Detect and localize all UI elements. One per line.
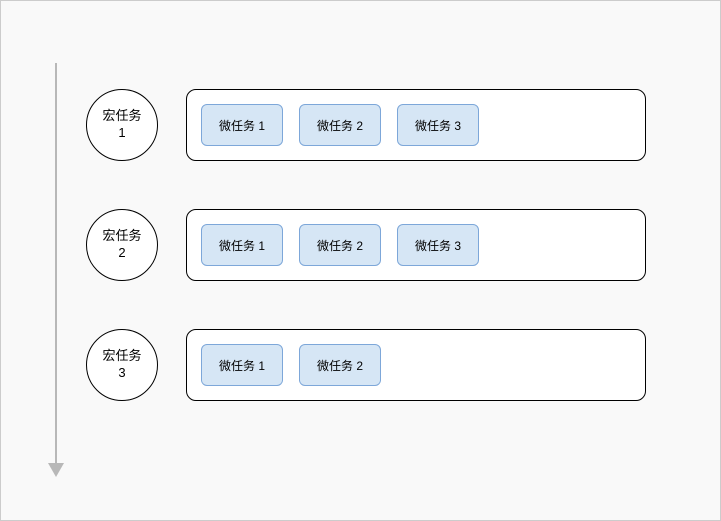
microtask-label: 微任务 3	[415, 117, 461, 134]
macrotask-node-3: 宏任务 3	[86, 329, 158, 401]
macrotask-row-1: 宏任务 1 微任务 1 微任务 2 微任务 3	[86, 89, 646, 161]
macrotask-label: 宏任务 1	[102, 108, 141, 142]
macrotask-row-3: 宏任务 3 微任务 1 微任务 2	[86, 329, 646, 401]
microtask-queue-1: 微任务 1 微任务 2 微任务 3	[186, 89, 646, 161]
macrotask-label: 宏任务 3	[102, 348, 141, 382]
microtask-label: 微任务 2	[317, 237, 363, 254]
macrotask-node-1: 宏任务 1	[86, 89, 158, 161]
microtask-label: 微任务 2	[317, 357, 363, 374]
microtask-box: 微任务 3	[397, 224, 479, 266]
microtask-box: 微任务 1	[201, 224, 283, 266]
macrotask-row-2: 宏任务 2 微任务 1 微任务 2 微任务 3	[86, 209, 646, 281]
diagram-canvas: 宏任务 1 微任务 1 微任务 2 微任务 3 宏任务 2 微任务 1 微任务 …	[0, 0, 721, 521]
microtask-box: 微任务 2	[299, 344, 381, 386]
microtask-box: 微任务 1	[201, 104, 283, 146]
macrotask-node-2: 宏任务 2	[86, 209, 158, 281]
microtask-label: 微任务 3	[415, 237, 461, 254]
timeline-arrow-line	[55, 63, 57, 465]
microtask-label: 微任务 2	[317, 117, 363, 134]
microtask-box: 微任务 3	[397, 104, 479, 146]
microtask-box: 微任务 1	[201, 344, 283, 386]
macrotask-label: 宏任务 2	[102, 228, 141, 262]
microtask-box: 微任务 2	[299, 104, 381, 146]
microtask-queue-2: 微任务 1 微任务 2 微任务 3	[186, 209, 646, 281]
microtask-label: 微任务 1	[219, 357, 265, 374]
microtask-label: 微任务 1	[219, 237, 265, 254]
microtask-box: 微任务 2	[299, 224, 381, 266]
timeline-arrow-head	[48, 463, 64, 477]
microtask-queue-3: 微任务 1 微任务 2	[186, 329, 646, 401]
microtask-label: 微任务 1	[219, 117, 265, 134]
